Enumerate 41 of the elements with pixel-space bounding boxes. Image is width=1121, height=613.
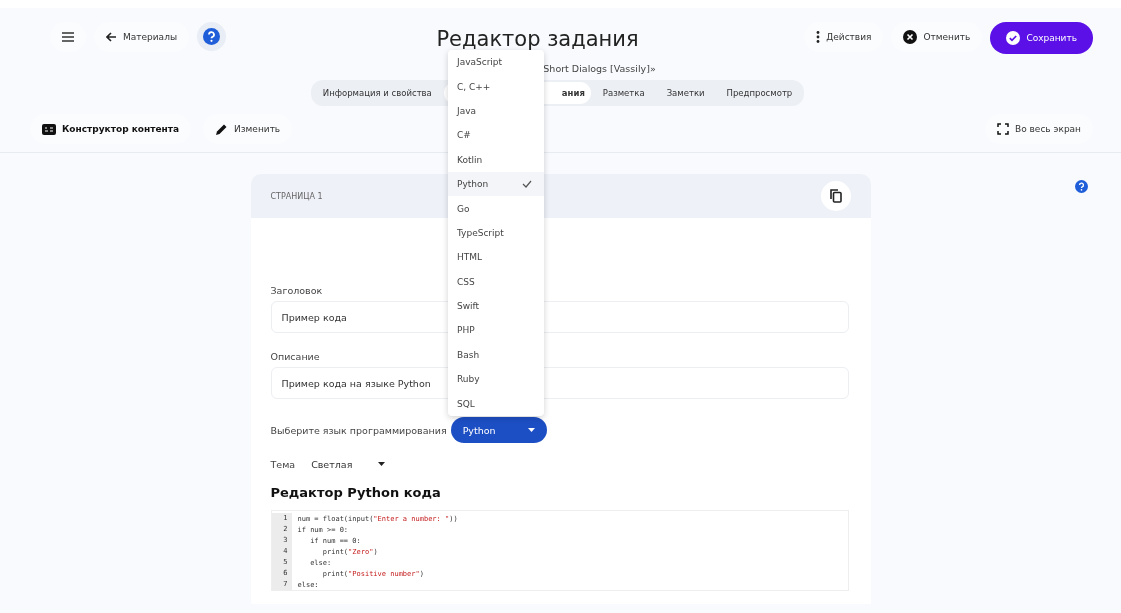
language-option[interactable]: Python bbox=[448, 171, 544, 197]
save-button[interactable]: Сохранить bbox=[990, 22, 1093, 54]
editor-heading: Редактор Python кода bbox=[270, 485, 442, 500]
field-label: Заголовок bbox=[270, 285, 323, 296]
arrow-left-icon bbox=[106, 32, 117, 42]
menu-icon bbox=[62, 32, 74, 42]
task-subtitle: Short Dialogs [Vassily]» bbox=[543, 63, 656, 74]
tab[interactable]: Разметка bbox=[592, 82, 655, 104]
language-option[interactable]: Java bbox=[448, 98, 544, 124]
check-circle-icon bbox=[1006, 31, 1021, 45]
pencil-icon bbox=[215, 122, 229, 136]
language-option[interactable]: Ruby bbox=[448, 367, 544, 392]
language-option[interactable]: CSS bbox=[448, 269, 544, 294]
language-option[interactable]: JavaScript bbox=[448, 50, 544, 75]
tab[interactable]: Информация и свойства bbox=[312, 82, 442, 104]
check-icon bbox=[522, 180, 532, 189]
language-option[interactable]: Kotlin bbox=[448, 147, 544, 172]
builder-icon bbox=[42, 123, 56, 135]
help-icon[interactable] bbox=[1075, 180, 1088, 193]
tab[interactable]: Предпросмотр bbox=[716, 82, 803, 104]
language-option[interactable]: TypeScript bbox=[448, 220, 544, 246]
language-option[interactable]: C, C++ bbox=[448, 74, 544, 99]
tab[interactable]: Заметки bbox=[656, 82, 715, 104]
language-label: Выберите язык программирования bbox=[270, 424, 447, 436]
copy-button[interactable] bbox=[820, 181, 851, 211]
more-vertical-icon bbox=[816, 31, 821, 43]
page-label: СТРАНИЦА 1 bbox=[270, 191, 323, 201]
theme-label: Тема bbox=[270, 458, 296, 470]
language-option[interactable]: HTML bbox=[448, 245, 544, 270]
language-option[interactable]: C# bbox=[448, 123, 544, 148]
help-icon[interactable] bbox=[203, 28, 220, 45]
fullscreen-icon bbox=[997, 123, 1009, 135]
language-option[interactable]: Bash bbox=[448, 342, 544, 368]
caret-icon bbox=[527, 428, 535, 432]
caret-icon bbox=[378, 462, 386, 466]
close-icon bbox=[903, 30, 918, 44]
language-option[interactable]: Go bbox=[448, 196, 544, 221]
language-select[interactable]: Python bbox=[450, 417, 547, 443]
field-label: Описание bbox=[270, 351, 320, 362]
copy-icon bbox=[829, 189, 842, 203]
page-title: Редактор задания bbox=[436, 27, 639, 51]
